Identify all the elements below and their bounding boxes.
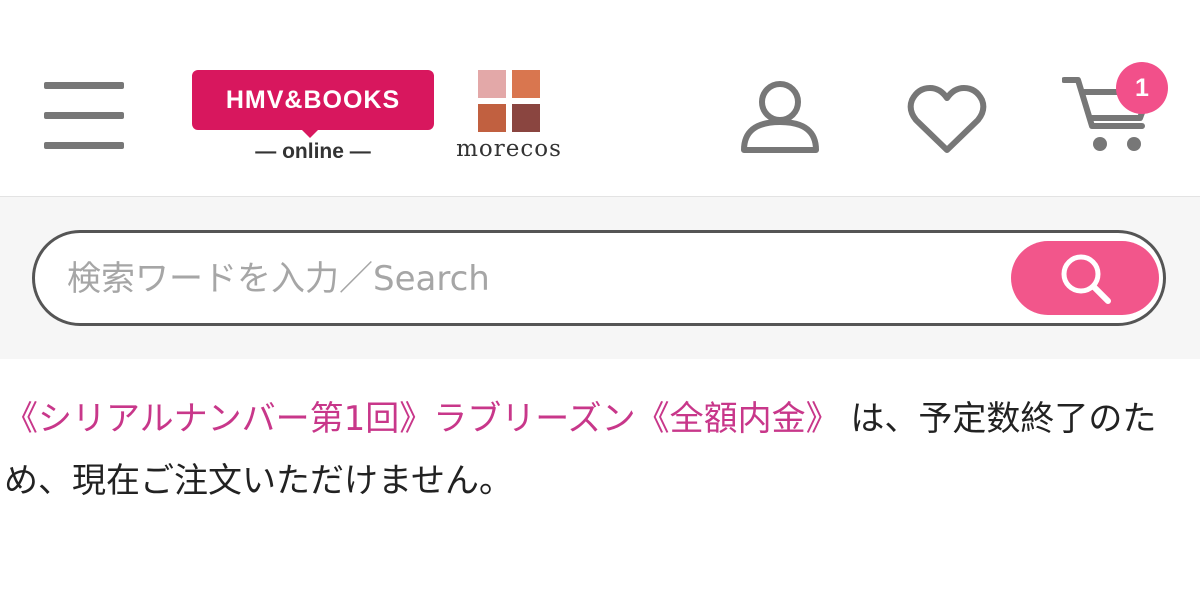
- product-link[interactable]: 《シリアルナンバー第1回》ラブリーズン《全額内金》: [4, 399, 840, 439]
- morecos-logo-mark: [478, 70, 540, 132]
- search-bar-area: [0, 197, 1200, 359]
- unavailable-message: 《シリアルナンバー第1回》ラブリーズン《全額内金》 は、予定数終了のため、現在ご…: [4, 388, 1196, 512]
- search-button[interactable]: [1011, 241, 1159, 315]
- cart-count-badge: 1: [1116, 62, 1168, 114]
- heart-icon[interactable]: [906, 84, 988, 156]
- search-box: [32, 230, 1166, 326]
- morecos-logo[interactable]: morecos: [444, 70, 574, 164]
- user-icon[interactable]: [738, 80, 822, 154]
- hmv-books-logo[interactable]: HMV&BOOKS — online —: [192, 70, 434, 164]
- logo-notch: [300, 128, 320, 138]
- morecos-logo-text: morecos: [456, 136, 562, 162]
- search-input[interactable]: [65, 233, 1009, 325]
- hmv-online-label: — online —: [255, 140, 371, 163]
- search-icon: [1061, 254, 1111, 304]
- hamburger-menu-icon[interactable]: [44, 82, 124, 150]
- site-header: HMV&BOOKS — online — morecos 1: [0, 0, 1200, 197]
- hmv-books-logo-text: HMV&BOOKS: [192, 70, 434, 130]
